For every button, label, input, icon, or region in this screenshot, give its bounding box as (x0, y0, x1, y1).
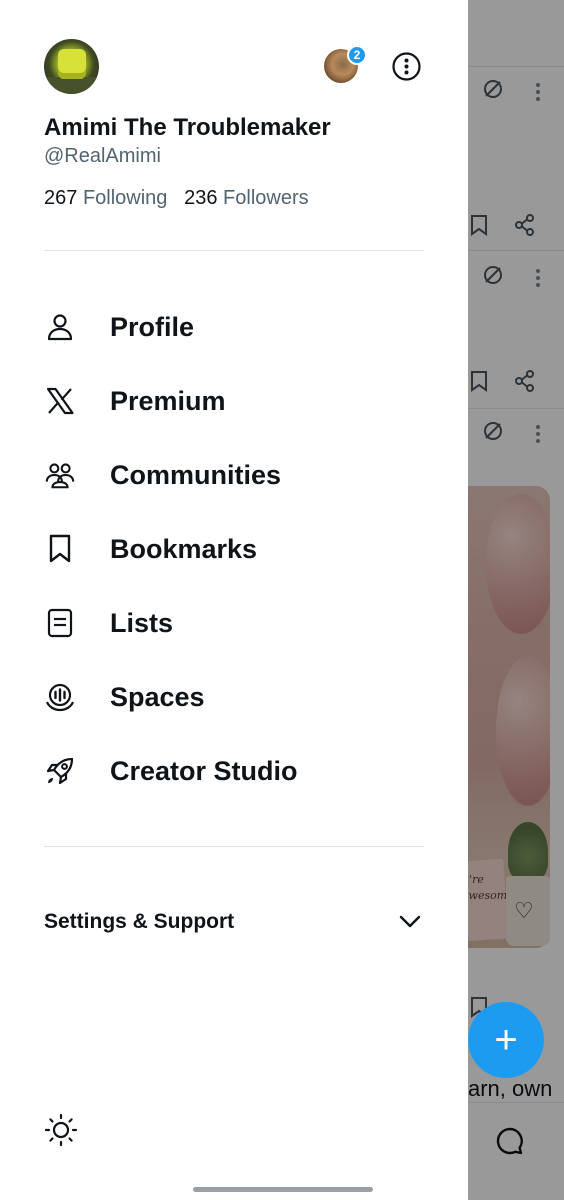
profile-display-name[interactable]: Amimi The Troublemaker (44, 114, 331, 142)
menu-item-creator-studio[interactable]: Creator Studio (44, 743, 444, 799)
person-icon (44, 311, 76, 343)
following-count: 267 (44, 187, 78, 209)
menu-label: Communities (110, 459, 282, 490)
spaces-icon (44, 681, 76, 713)
menu-label: Creator Studio (110, 755, 298, 786)
chevron-down-icon (398, 910, 422, 939)
home-indicator[interactable] (193, 1187, 373, 1192)
menu-label: Bookmarks (110, 533, 258, 564)
menu-item-communities[interactable]: Communities (44, 447, 444, 503)
menu-item-premium[interactable]: Premium (44, 373, 444, 429)
following-link[interactable]: 267 Following (44, 187, 173, 209)
followers-link[interactable]: 236 Followers (184, 187, 309, 209)
menu-item-profile[interactable]: Profile (44, 299, 444, 355)
settings-label: Settings & Support (44, 910, 235, 933)
rocket-icon (44, 755, 76, 787)
account-count-badge: 2 (347, 45, 367, 65)
bookmark-icon (44, 533, 76, 565)
divider (44, 250, 424, 251)
more-vertical-circle-icon (392, 52, 421, 81)
lists-icon (44, 607, 76, 639)
profile-avatar[interactable] (44, 39, 99, 94)
more-options-button[interactable] (391, 51, 422, 82)
followers-label: Followers (223, 187, 309, 209)
divider (44, 846, 424, 847)
menu-item-bookmarks[interactable]: Bookmarks (44, 521, 444, 577)
follow-stats: 267 Following 236 Followers (44, 187, 309, 210)
menu-label: Premium (110, 385, 226, 416)
followers-count: 236 (184, 187, 218, 209)
menu-item-spaces[interactable]: Spaces (44, 669, 444, 725)
sun-icon (44, 1113, 78, 1147)
plus-icon: + (494, 1018, 518, 1062)
menu-label: Profile (110, 311, 195, 342)
display-theme-button[interactable] (44, 1113, 78, 1147)
communities-icon (44, 459, 76, 491)
settings-and-support-toggle[interactable]: Settings & Support (44, 900, 424, 944)
profile-handle[interactable]: @RealAmimi (44, 145, 161, 168)
following-label: Following (82, 187, 168, 209)
navigation-drawer: 2 Amimi The Troublemaker @RealAmimi 267 … (0, 0, 468, 1200)
x-logo-icon (44, 385, 76, 417)
avatar-figure-shape (58, 49, 86, 79)
compose-post-button[interactable]: + (468, 1002, 544, 1078)
menu-label: Spaces (110, 681, 205, 712)
avatar-background-shape (44, 77, 99, 94)
menu-label: Lists (110, 607, 174, 638)
menu-item-lists[interactable]: Lists (44, 595, 444, 651)
